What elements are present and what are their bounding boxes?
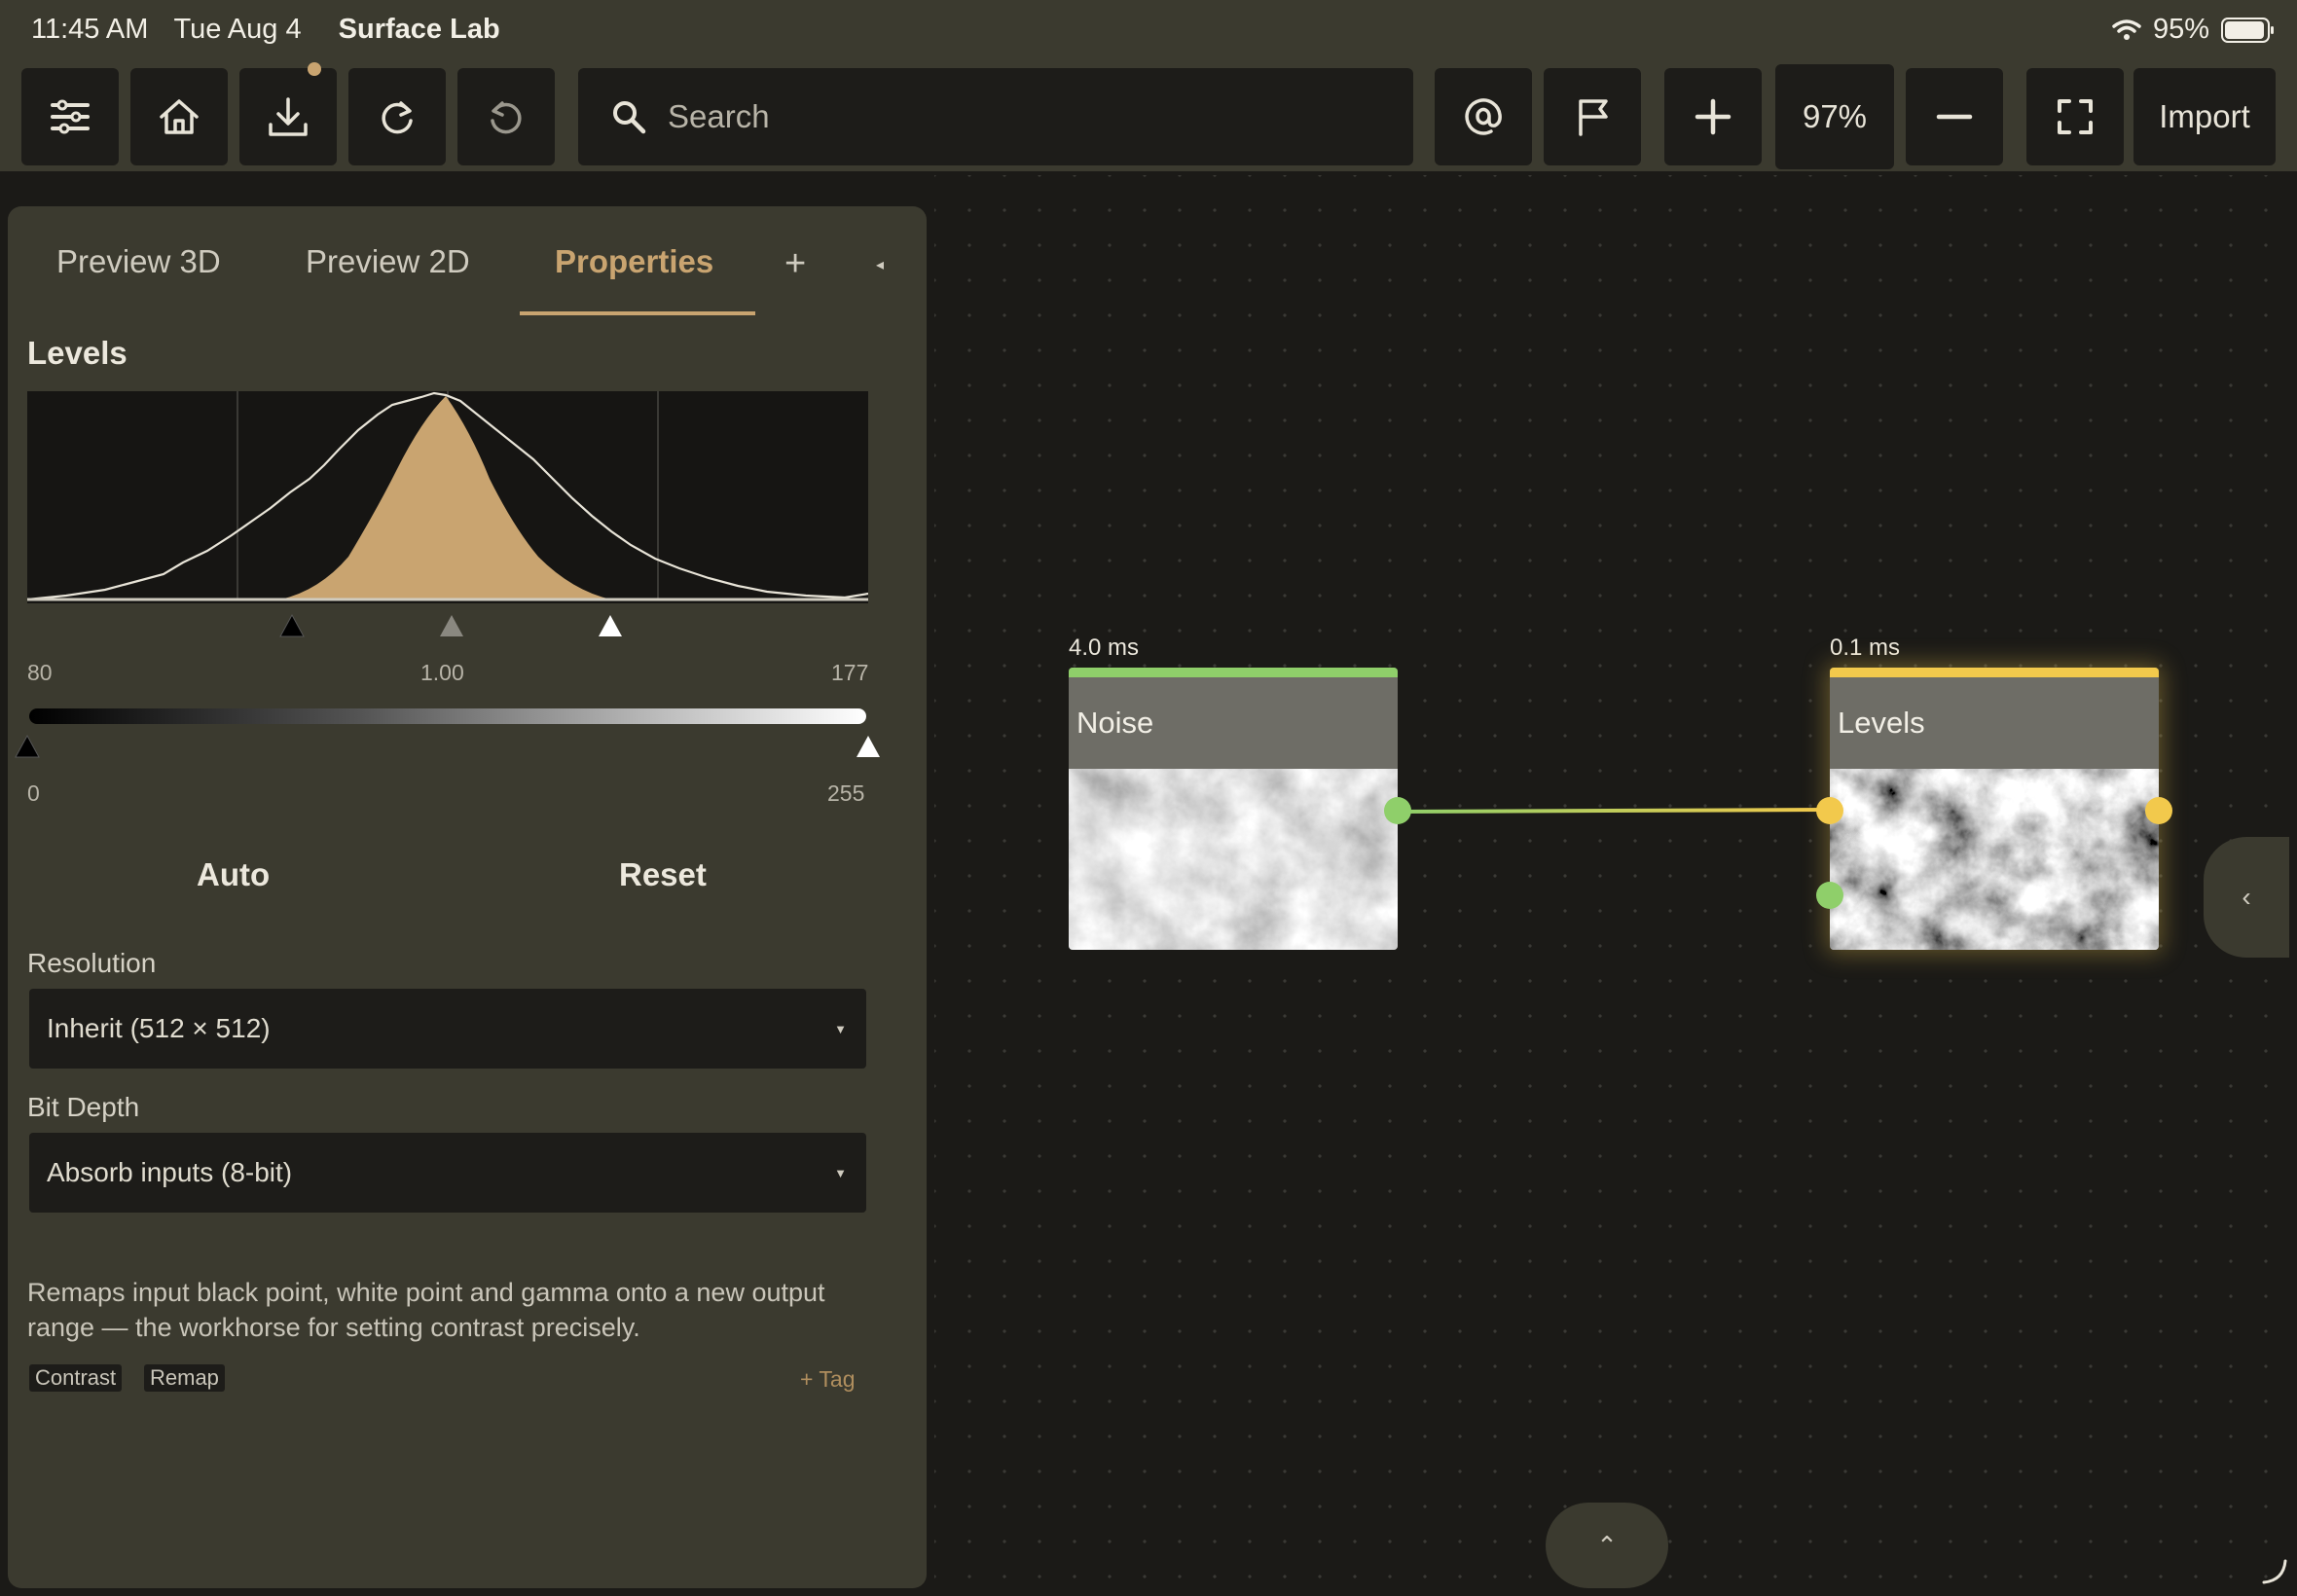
fullscreen-icon bbox=[2058, 99, 2093, 134]
tab-preview-3d[interactable]: Preview 3D bbox=[56, 243, 221, 280]
download-icon bbox=[269, 97, 308, 136]
section-title: Levels bbox=[27, 335, 128, 371]
levels-node-title: Levels bbox=[1830, 677, 2159, 769]
search-icon bbox=[613, 101, 646, 134]
resolution-select[interactable]: Inherit (512 × 512) ▼ bbox=[29, 989, 866, 1069]
resize-corner-icon bbox=[2262, 1559, 2287, 1584]
flag-icon bbox=[1579, 99, 1608, 136]
chevron-down-icon: ▼ bbox=[834, 1165, 847, 1180]
search-input[interactable]: Search bbox=[578, 68, 1413, 165]
white-point-handle bbox=[599, 615, 622, 636]
battery-icon bbox=[2221, 17, 2274, 43]
chevron-up-icon: ⌃ bbox=[1596, 1530, 1618, 1560]
gamma-value: 1.00 bbox=[420, 660, 464, 685]
zoom-level[interactable]: 97% bbox=[1775, 64, 1894, 169]
home-icon bbox=[160, 99, 199, 134]
fullscreen-button[interactable] bbox=[2026, 68, 2124, 165]
wifi-icon bbox=[2112, 18, 2141, 40]
levels-preview bbox=[1830, 769, 2159, 950]
chevron-left-icon: ‹ bbox=[2242, 882, 2251, 912]
zoom-in-button[interactable] bbox=[1664, 68, 1762, 165]
output-black-handle bbox=[15, 734, 40, 758]
mention-button[interactable] bbox=[1435, 68, 1532, 165]
at-icon bbox=[1465, 98, 1502, 135]
plus-icon bbox=[1695, 98, 1732, 135]
status-time: 11:45 AM bbox=[31, 14, 149, 45]
levels-node[interactable]: Levels bbox=[1830, 668, 2159, 950]
noise-node[interactable]: Noise bbox=[1069, 668, 1398, 950]
bit-depth-value: Absorb inputs (8-bit) bbox=[47, 1157, 293, 1187]
collapse-panel-button[interactable]: ◂ bbox=[876, 255, 884, 274]
noise-preview bbox=[1069, 769, 1398, 950]
notification-dot bbox=[308, 62, 321, 76]
input-high-value: 177 bbox=[831, 660, 869, 685]
noise-node-time: 4.0 ms bbox=[1069, 635, 1140, 661]
app-name: Surface Lab bbox=[338, 14, 500, 45]
levels-input-port[interactable] bbox=[1816, 797, 1843, 824]
status-bar: 11:45 AM Tue Aug 4 Surface Lab bbox=[31, 14, 500, 46]
redo-icon bbox=[382, 101, 413, 134]
side-panel-handle[interactable]: ‹ bbox=[2204, 837, 2289, 958]
auto-button[interactable]: Auto bbox=[197, 856, 270, 893]
undo-icon bbox=[491, 101, 522, 134]
noise-node-status-bar bbox=[1069, 668, 1398, 677]
levels-secondary-input-port[interactable] bbox=[1816, 882, 1843, 909]
tag-remap[interactable]: Remap bbox=[144, 1364, 225, 1392]
levels-output-port[interactable] bbox=[2145, 797, 2172, 824]
status-right: 95% bbox=[2112, 14, 2274, 46]
minus-icon bbox=[1936, 114, 1973, 120]
output-level-handles[interactable] bbox=[14, 732, 890, 761]
undo-button[interactable] bbox=[457, 68, 555, 165]
redo-button[interactable] bbox=[348, 68, 446, 165]
noise-node-title: Noise bbox=[1069, 677, 1398, 769]
zoom-out-button[interactable] bbox=[1906, 68, 2003, 165]
flag-button[interactable] bbox=[1544, 68, 1641, 165]
settings-button[interactable] bbox=[21, 68, 119, 165]
resolution-label: Resolution bbox=[27, 948, 157, 978]
output-low-value: 0 bbox=[27, 780, 40, 806]
bottom-panel-handle[interactable]: ⌃ bbox=[1546, 1503, 1668, 1588]
node-description: Remaps input black point, white point an… bbox=[27, 1278, 825, 1342]
active-tab-indicator bbox=[520, 311, 755, 315]
output-white-handle bbox=[857, 736, 880, 757]
download-button[interactable] bbox=[239, 68, 337, 165]
sliders-icon bbox=[51, 99, 90, 134]
home-button[interactable] bbox=[130, 68, 228, 165]
tab-preview-2d[interactable]: Preview 2D bbox=[306, 243, 470, 280]
input-level-handles[interactable] bbox=[273, 611, 662, 640]
levels-histogram bbox=[27, 391, 868, 603]
tag-contrast[interactable]: Contrast bbox=[29, 1364, 123, 1392]
reset-button[interactable]: Reset bbox=[619, 856, 707, 893]
bit-depth-select[interactable]: Absorb inputs (8-bit) ▼ bbox=[29, 1133, 866, 1213]
noise-output-port[interactable] bbox=[1384, 797, 1411, 824]
search-placeholder: Search bbox=[668, 98, 770, 134]
resolution-value: Inherit (512 × 512) bbox=[47, 1013, 271, 1043]
input-low-value: 80 bbox=[27, 660, 53, 685]
battery-percent: 95% bbox=[2152, 14, 2209, 45]
tab-properties[interactable]: Properties bbox=[555, 243, 713, 280]
output-gradient bbox=[29, 708, 866, 724]
output-high-value: 255 bbox=[827, 780, 865, 806]
bit-depth-label: Bit Depth bbox=[27, 1092, 140, 1122]
node-connection[interactable] bbox=[1392, 798, 1830, 827]
import-button[interactable]: Import bbox=[2133, 68, 2276, 165]
chevron-down-icon: ▼ bbox=[834, 1021, 847, 1036]
gamma-handle bbox=[440, 615, 463, 636]
add-tag-button[interactable]: + Tag bbox=[800, 1366, 856, 1393]
add-tab-button[interactable]: + bbox=[784, 243, 806, 285]
black-point-handle bbox=[279, 613, 305, 637]
status-date: Tue Aug 4 bbox=[173, 14, 302, 45]
levels-node-status-bar bbox=[1830, 668, 2159, 677]
levels-node-time: 0.1 ms bbox=[1830, 635, 1901, 661]
